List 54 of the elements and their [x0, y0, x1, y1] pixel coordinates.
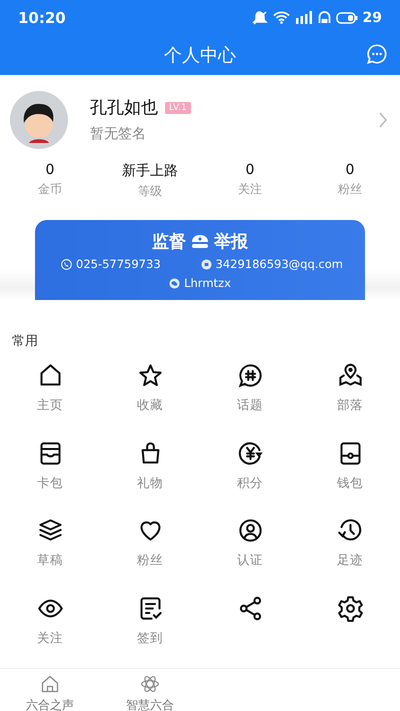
email-icon — [200, 258, 212, 270]
stat-value: 0 — [346, 162, 354, 178]
message-icon[interactable] — [366, 43, 388, 65]
banner-title: 举报 — [214, 231, 248, 253]
stat-value: 0 — [246, 162, 254, 178]
menu-label[interactable]: 卡包 — [37, 474, 63, 492]
menu-label[interactable]: 部落 — [337, 397, 363, 414]
nav-label[interactable]: 六合之声 — [26, 697, 74, 711]
menu-label[interactable]: 主页 — [37, 397, 63, 414]
stat-label: 粉丝 — [338, 181, 362, 198]
stat-label: 金币 — [38, 181, 62, 198]
stat-label: 等级 — [138, 183, 162, 200]
hashtag-bubble-icon[interactable] — [236, 362, 264, 389]
menu-label[interactable]: 签到 — [137, 630, 163, 646]
menu-label[interactable]: 收藏 — [137, 397, 163, 414]
menu-label[interactable]: 积分 — [237, 474, 263, 492]
signal-icon — [294, 11, 313, 24]
page-title: 个人中心 — [164, 44, 236, 67]
status-time: 10:20 — [18, 8, 66, 26]
contact-text: 3429186593@qq.com — [216, 257, 343, 271]
menu-label[interactable]: 足迹 — [337, 552, 363, 569]
user-name: 孔孔如也 — [90, 97, 158, 119]
wifi-icon — [272, 11, 290, 24]
menu-label[interactable]: 礼物 — [137, 474, 163, 492]
menu-label[interactable]: 钱包 — [337, 474, 363, 492]
stat-value: 新手上路 — [122, 162, 178, 180]
menu-label[interactable]: 关注 — [37, 630, 63, 646]
banner-title: 监督 — [152, 231, 186, 253]
menu-label[interactable]: 认证 — [237, 552, 263, 569]
menu-label[interactable]: 话题 — [237, 397, 263, 414]
avatar[interactable] — [10, 90, 68, 148]
stat-label: 关注 — [238, 181, 262, 198]
map-pin-icon[interactable] — [336, 362, 364, 389]
report-banner[interactable]: 监督 举报 025-57759733 3429186593@qq.com Lhrmtzx — [35, 220, 365, 300]
phone-icon — [61, 258, 72, 270]
menu-label[interactable]: 草稿 — [37, 552, 63, 569]
contact-text: 025-57759733 — [76, 257, 161, 271]
yen-coin-icon[interactable] — [236, 440, 264, 466]
settings-icon[interactable] — [336, 594, 364, 622]
menu-label[interactable]: 粉丝 — [137, 552, 163, 569]
chat-icon — [169, 278, 180, 288]
mute-icon — [252, 10, 268, 24]
battery-icon — [336, 12, 358, 24]
level-badge: LV.1 — [165, 102, 191, 114]
section-title: 常用 — [11, 333, 39, 350]
user-signature: 暂无签名 — [90, 125, 147, 143]
contact-text: Lhrmtzx — [184, 276, 231, 290]
nav-label[interactable]: 智慧六合 — [126, 697, 174, 711]
star-icon[interactable] — [136, 362, 164, 389]
stat-value: 0 — [46, 162, 54, 178]
user-circle-icon[interactable] — [236, 517, 264, 544]
atom-icon[interactable] — [140, 674, 160, 694]
police-cap-icon — [190, 234, 210, 250]
battery-level: 29 — [362, 10, 382, 26]
